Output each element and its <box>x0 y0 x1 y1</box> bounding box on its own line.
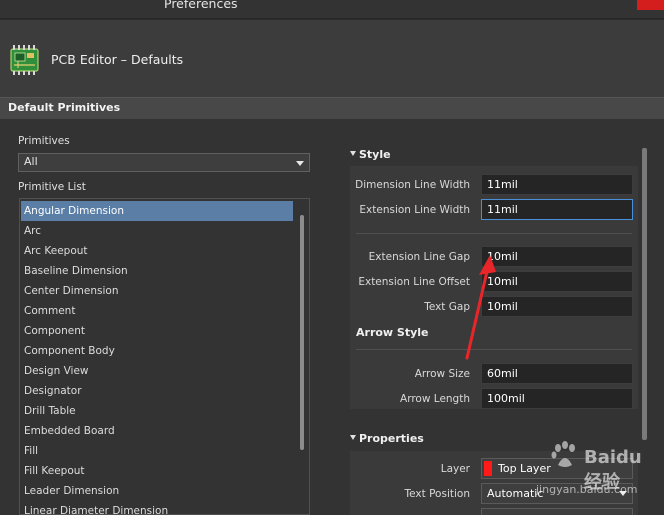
extension-line-width-label: Extension Line Width <box>359 204 470 216</box>
collapse-triangle-icon[interactable] <box>350 435 356 440</box>
list-item[interactable]: Design View <box>21 361 293 381</box>
dimension-line-width-label: Dimension Line Width <box>355 179 470 191</box>
list-item[interactable]: Drill Table <box>21 401 293 421</box>
primitives-pane: Primitives All Primitive List Angular Di… <box>0 119 330 515</box>
page-title: PCB Editor – Defaults <box>51 52 184 67</box>
watermark-subtext: jingyan.baidu.com <box>536 483 638 496</box>
list-item[interactable]: Embedded Board <box>21 421 293 441</box>
window-title: Preferences <box>164 0 238 11</box>
list-item[interactable]: Arc Keepout <box>21 241 293 261</box>
extension-line-offset-label: Extension Line Offset <box>358 276 470 288</box>
list-item[interactable]: Comment <box>21 301 293 321</box>
primitive-list-label: Primitive List <box>18 181 86 193</box>
pcb-board-icon <box>10 45 39 75</box>
section-header: Default Primitives <box>0 97 664 119</box>
properties-category-title[interactable]: Properties <box>359 432 424 445</box>
chevron-down-icon <box>296 161 304 166</box>
primitives-label: Primitives <box>18 135 70 147</box>
list-item[interactable]: Center Dimension <box>21 281 293 301</box>
list-item[interactable]: Arc <box>21 221 293 241</box>
extension-line-width-field[interactable]: 11mil <box>481 199 633 220</box>
primitives-dropdown-value: All <box>24 155 38 168</box>
properties-scrollbar[interactable] <box>642 148 647 440</box>
dimension-line-width-value: 11mil <box>487 178 518 191</box>
list-item[interactable]: Leader Dimension <box>21 481 293 501</box>
list-scrollbar[interactable] <box>300 215 304 450</box>
arrow-style-heading: Arrow Style <box>356 326 429 339</box>
list-item[interactable]: Designator <box>21 381 293 401</box>
baidu-paw-icon <box>551 441 575 467</box>
style-category-title[interactable]: Style <box>359 148 391 161</box>
page-header: PCB Editor – Defaults <box>0 20 664 97</box>
dimension-line-width-field[interactable]: 11mil <box>481 174 633 195</box>
list-item[interactable]: Linear Diameter Dimension <box>21 501 293 514</box>
annotation-arrow-icon <box>465 255 496 360</box>
window-titlebar: Preferences <box>0 0 664 19</box>
list-item[interactable]: Baseline Dimension <box>21 261 293 281</box>
list-item[interactable]: Angular Dimension <box>21 201 293 221</box>
list-item[interactable]: Component Body <box>21 341 293 361</box>
section-title: Default Primitives <box>8 101 121 114</box>
list-item[interactable]: Component <box>21 321 293 341</box>
layer-label: Layer <box>440 463 470 475</box>
next-field[interactable] <box>481 508 633 515</box>
primitive-list[interactable]: Angular Dimension Arc Arc Keepout Baseli… <box>19 198 310 515</box>
close-button[interactable] <box>637 0 664 10</box>
text-position-label: Text Position <box>404 488 470 500</box>
extension-line-width-value: 11mil <box>487 203 518 216</box>
collapse-triangle-icon[interactable] <box>350 151 356 156</box>
baidu-watermark: Baidu经验 jingyan.baidu.com <box>490 437 642 503</box>
list-item[interactable]: Fill <box>21 441 293 461</box>
list-item[interactable]: Fill Keepout <box>21 461 293 481</box>
divider <box>356 233 632 234</box>
primitives-dropdown[interactable]: All <box>18 153 310 172</box>
